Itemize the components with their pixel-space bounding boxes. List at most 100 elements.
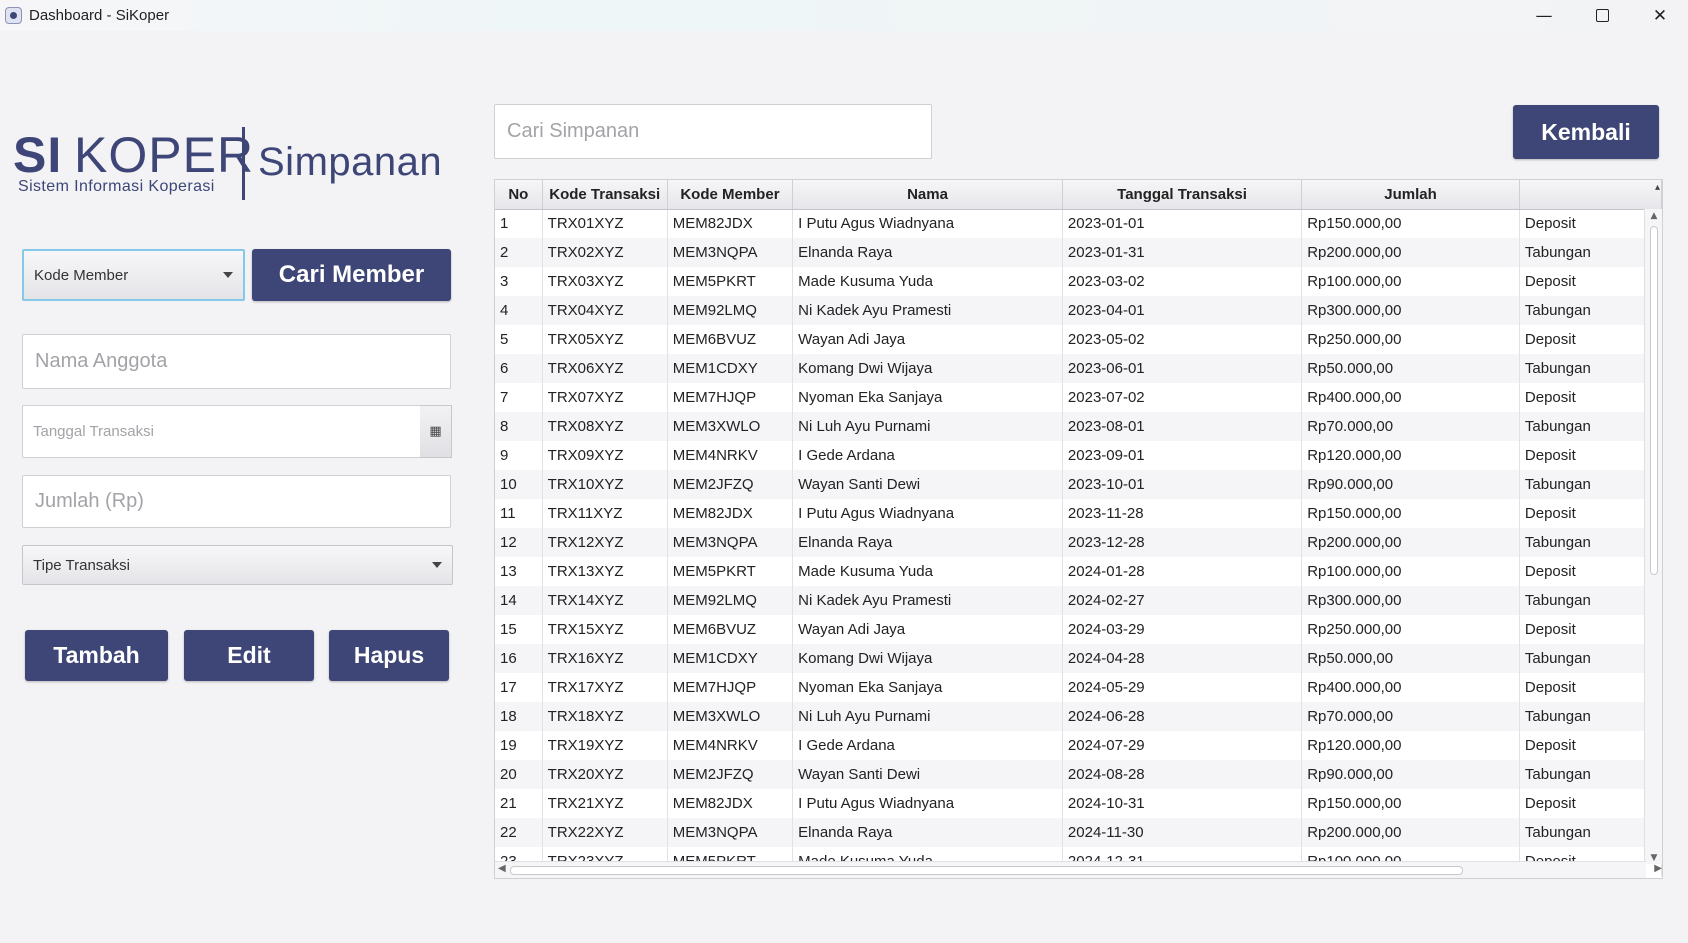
cell-row-number: 11	[495, 499, 543, 528]
header-col-no[interactable]: No	[495, 180, 543, 210]
search-field[interactable]	[494, 104, 932, 159]
cell-member-code: MEM3NQPA	[667, 818, 794, 847]
logo-koper: KOPER	[74, 127, 255, 183]
date-field[interactable]	[22, 405, 421, 458]
table-row[interactable]: 16 TRX16XYZ MEM1CDXY Komang Dwi Wijaya 2024-…	[495, 644, 1662, 673]
edit-button[interactable]: Edit	[184, 630, 314, 681]
header-col-transaction-code[interactable]: Kode Transaksi	[542, 180, 668, 210]
table-row[interactable]: 15 TRX15XYZ MEM6BVUZ Wayan Adi Jaya 2024-03-…	[495, 615, 1662, 644]
cell-amount: Rp90.000,00	[1301, 470, 1520, 499]
find-member-button[interactable]: Cari Member	[252, 249, 451, 301]
header-col-member-code[interactable]: Kode Member	[667, 180, 794, 210]
cell-transaction-type: Tabungan	[1519, 412, 1662, 441]
scroll-right-icon[interactable]: ▶	[1654, 863, 1662, 874]
close-button[interactable]: ✕	[1631, 0, 1688, 31]
search-input[interactable]	[507, 120, 931, 143]
date-input[interactable]	[33, 423, 420, 440]
cell-row-number: 2	[495, 238, 543, 267]
table-row[interactable]: 7 TRX07XYZ MEM7HJQP Nyoman Eka Sanjaya 2023-…	[495, 383, 1662, 412]
header-col-type[interactable]	[1519, 180, 1662, 210]
header-col-name[interactable]: Nama	[792, 180, 1063, 210]
cell-transaction-date: 2023-01-31	[1062, 238, 1303, 267]
cell-transaction-date: 2024-08-28	[1062, 760, 1303, 789]
table-row[interactable]: 11 TRX11XYZ MEM82JDX I Putu Agus Wiadnyana 2…	[495, 499, 1662, 528]
transaction-type-select[interactable]: Tipe Transaksi	[22, 545, 453, 585]
cell-amount: Rp150.000,00	[1301, 499, 1520, 528]
cell-transaction-code: TRX05XYZ	[542, 325, 668, 354]
cell-transaction-code: TRX12XYZ	[542, 528, 668, 557]
table-header-row: No Kode Transaksi Kode Member Nama Tanggal T…	[495, 180, 1662, 210]
cell-member-code: MEM1CDXY	[667, 354, 794, 383]
table-row[interactable]: 19 TRX19XYZ MEM4NRKV I Gede Ardana 2024-07-2…	[495, 731, 1662, 760]
cell-transaction-date: 2023-03-02	[1062, 267, 1303, 296]
cell-row-number: 7	[495, 383, 543, 412]
amount-field[interactable]	[22, 475, 451, 528]
cell-transaction-code: TRX10XYZ	[542, 470, 668, 499]
table-row[interactable]: 3 TRX03XYZ MEM5PKRT Made Kusuma Yuda 2023-03…	[495, 267, 1662, 296]
table-row[interactable]: 5 TRX05XYZ MEM6BVUZ Wayan Adi Jaya 2023-05-0…	[495, 325, 1662, 354]
cell-member-name: I Putu Agus Wiadnyana	[792, 499, 1063, 528]
cell-member-name: Nyoman Eka Sanjaya	[792, 673, 1063, 702]
cell-member-code: MEM3NQPA	[667, 238, 794, 267]
cell-transaction-date: 2023-11-28	[1062, 499, 1303, 528]
calendar-button[interactable]: ▦	[420, 405, 452, 458]
add-button[interactable]: Tambah	[25, 630, 168, 681]
cell-transaction-type: Deposit	[1519, 209, 1662, 238]
table-row[interactable]: 1 TRX01XYZ MEM82JDX I Putu Agus Wiadnyana 20…	[495, 209, 1662, 238]
table-row[interactable]: 8 TRX08XYZ MEM3XWLO Ni Luh Ayu Purnami 2023-…	[495, 412, 1662, 441]
table-row[interactable]: 10 TRX10XYZ MEM2JFZQ Wayan Santi Dewi 2023-1…	[495, 470, 1662, 499]
table-row[interactable]: 21 TRX21XYZ MEM82JDX I Putu Agus Wiadnyana 2…	[495, 789, 1662, 818]
cell-row-number: 8	[495, 412, 543, 441]
cell-row-number: 1	[495, 209, 543, 238]
cell-member-name: Ni Kadek Ayu Pramesti	[792, 296, 1063, 325]
scroll-up-icon[interactable]: ▲	[1649, 211, 1659, 221]
logo-tagline: Sistem Informasi Koperasi	[18, 178, 215, 195]
cell-transaction-code: TRX01XYZ	[542, 209, 668, 238]
scroll-left-icon[interactable]: ◀	[498, 863, 506, 874]
cell-transaction-date: 2023-08-01	[1062, 412, 1303, 441]
table-row[interactable]: 14 TRX14XYZ MEM92LMQ Ni Kadek Ayu Pramesti 2…	[495, 586, 1662, 615]
member-code-select-value: Kode Member	[34, 266, 129, 284]
table-row[interactable]: 20 TRX20XYZ MEM2JFZQ Wayan Santi Dewi 2024-0…	[495, 760, 1662, 789]
table-row[interactable]: 18 TRX18XYZ MEM3XWLO Ni Luh Ayu Purnami 2024…	[495, 702, 1662, 731]
cell-transaction-date: 2023-05-02	[1062, 325, 1303, 354]
vertical-scroll-thumb[interactable]	[1650, 226, 1658, 575]
cell-transaction-type: Tabungan	[1519, 586, 1662, 615]
table-row[interactable]: 12 TRX12XYZ MEM3NQPA Elnanda Raya 2023-12-28…	[495, 528, 1662, 557]
table-row[interactable]: 4 TRX04XYZ MEM92LMQ Ni Kadek Ayu Pramesti 20…	[495, 296, 1662, 325]
maximize-button[interactable]	[1573, 0, 1631, 31]
cell-transaction-date: 2024-01-28	[1062, 557, 1303, 586]
cell-transaction-type: Tabungan	[1519, 238, 1662, 267]
header-col-transaction-date[interactable]: Tanggal Transaksi	[1062, 180, 1303, 210]
horizontal-scroll-thumb[interactable]	[510, 866, 1463, 875]
minimize-button[interactable]: —	[1515, 0, 1573, 31]
member-code-select[interactable]: Kode Member	[22, 249, 245, 301]
member-name-input[interactable]	[35, 350, 450, 373]
table-row[interactable]: 17 TRX17XYZ MEM7HJQP Nyoman Eka Sanjaya 2024…	[495, 673, 1662, 702]
cell-transaction-code: TRX09XYZ	[542, 441, 668, 470]
amount-input[interactable]	[35, 490, 450, 513]
cell-transaction-code: TRX04XYZ	[542, 296, 668, 325]
savings-table[interactable]: No Kode Transaksi Kode Member Nama Tanggal T…	[494, 179, 1663, 879]
horizontal-scrollbar[interactable]: ◀ ▶	[495, 861, 1662, 878]
table-row[interactable]: 9 TRX09XYZ MEM4NRKV I Gede Ardana 2023-09-01…	[495, 441, 1662, 470]
cell-member-name: Ni Kadek Ayu Pramesti	[792, 586, 1063, 615]
logo-si: SI	[13, 127, 63, 183]
cell-transaction-date: 2024-07-29	[1062, 731, 1303, 760]
vertical-scrollbar[interactable]: ▲ ▼	[1644, 209, 1662, 864]
cell-transaction-type: Deposit	[1519, 615, 1662, 644]
cell-row-number: 21	[495, 789, 543, 818]
back-button[interactable]: Kembali	[1513, 105, 1659, 159]
table-row[interactable]: 22 TRX22XYZ MEM3NQPA Elnanda Raya 2024-11-30…	[495, 818, 1662, 847]
member-name-field[interactable]	[22, 334, 451, 389]
scroll-down-icon[interactable]: ▼	[1649, 853, 1659, 863]
table-row[interactable]: 2 TRX02XYZ MEM3NQPA Elnanda Raya 2023-01-31 R…	[495, 238, 1662, 267]
table-row[interactable]: 13 TRX13XYZ MEM5PKRT Made Kusuma Yuda 2024-0…	[495, 557, 1662, 586]
cell-transaction-code: TRX15XYZ	[542, 615, 668, 644]
cell-amount: Rp250.000,00	[1301, 615, 1520, 644]
data-table: No Kode Transaksi Kode Member Nama Tanggal T…	[495, 180, 1662, 876]
cell-member-code: MEM92LMQ	[667, 586, 794, 615]
header-col-amount[interactable]: Jumlah	[1301, 180, 1520, 210]
delete-button[interactable]: Hapus	[329, 630, 449, 681]
table-row[interactable]: 6 TRX06XYZ MEM1CDXY Komang Dwi Wijaya 2023-0…	[495, 354, 1662, 383]
